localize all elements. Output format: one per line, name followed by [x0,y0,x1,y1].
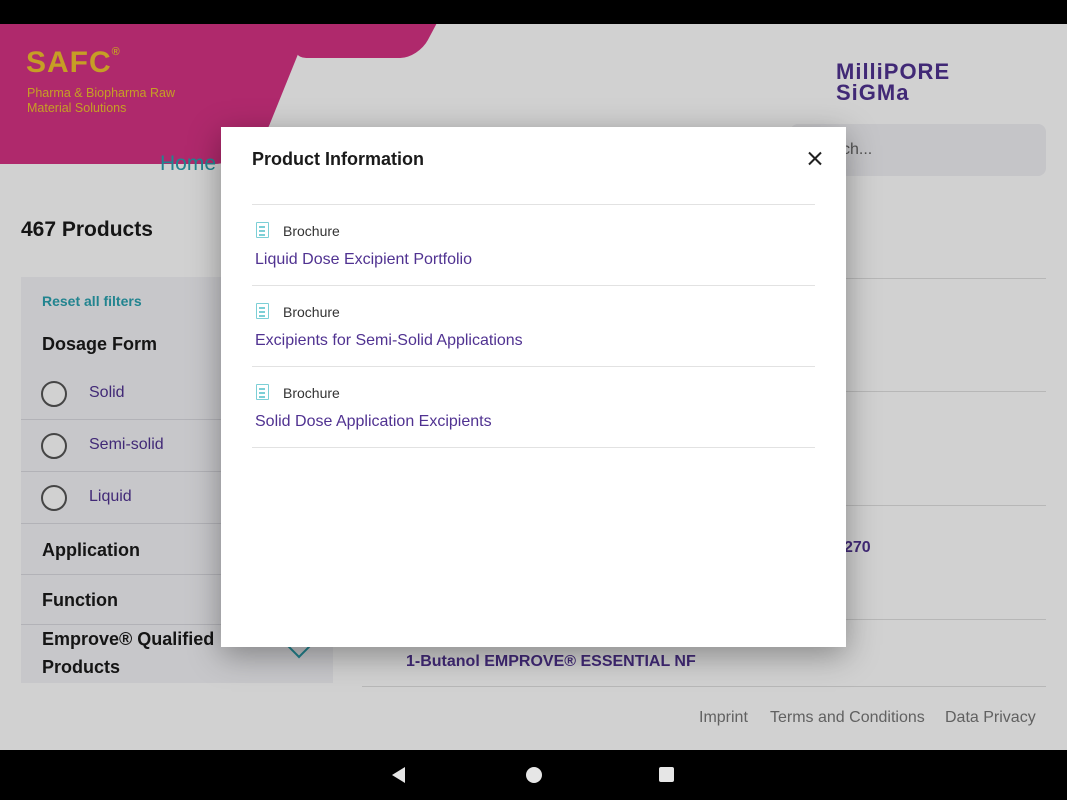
document-link[interactable]: Liquid Dose Excipient Portfolio [255,251,472,269]
document-link[interactable]: Solid Dose Application Excipients [255,413,492,431]
home-icon[interactable] [526,767,542,783]
product-info-dialog: Product Information Brochure Liquid Dose… [221,127,846,647]
document-type: Brochure [283,223,340,239]
document-item: Brochure Excipients for Semi-Solid Appli… [252,286,815,367]
document-type: Brochure [283,304,340,320]
document-type: Brochure [283,385,340,401]
document-icon [256,384,269,400]
dialog-title: Product Information [252,149,424,169]
document-icon [256,303,269,319]
back-icon[interactable] [392,767,405,783]
document-list: Brochure Liquid Dose Excipient Portfolio… [252,204,815,448]
document-link[interactable]: Excipients for Semi-Solid Applications [255,332,523,350]
recents-icon[interactable] [659,767,674,782]
document-item: Brochure Liquid Dose Excipient Portfolio [252,205,815,286]
document-item: Brochure Solid Dose Application Excipien… [252,367,815,448]
close-icon[interactable] [803,147,827,171]
status-bar [0,0,1067,24]
document-icon [256,222,269,238]
